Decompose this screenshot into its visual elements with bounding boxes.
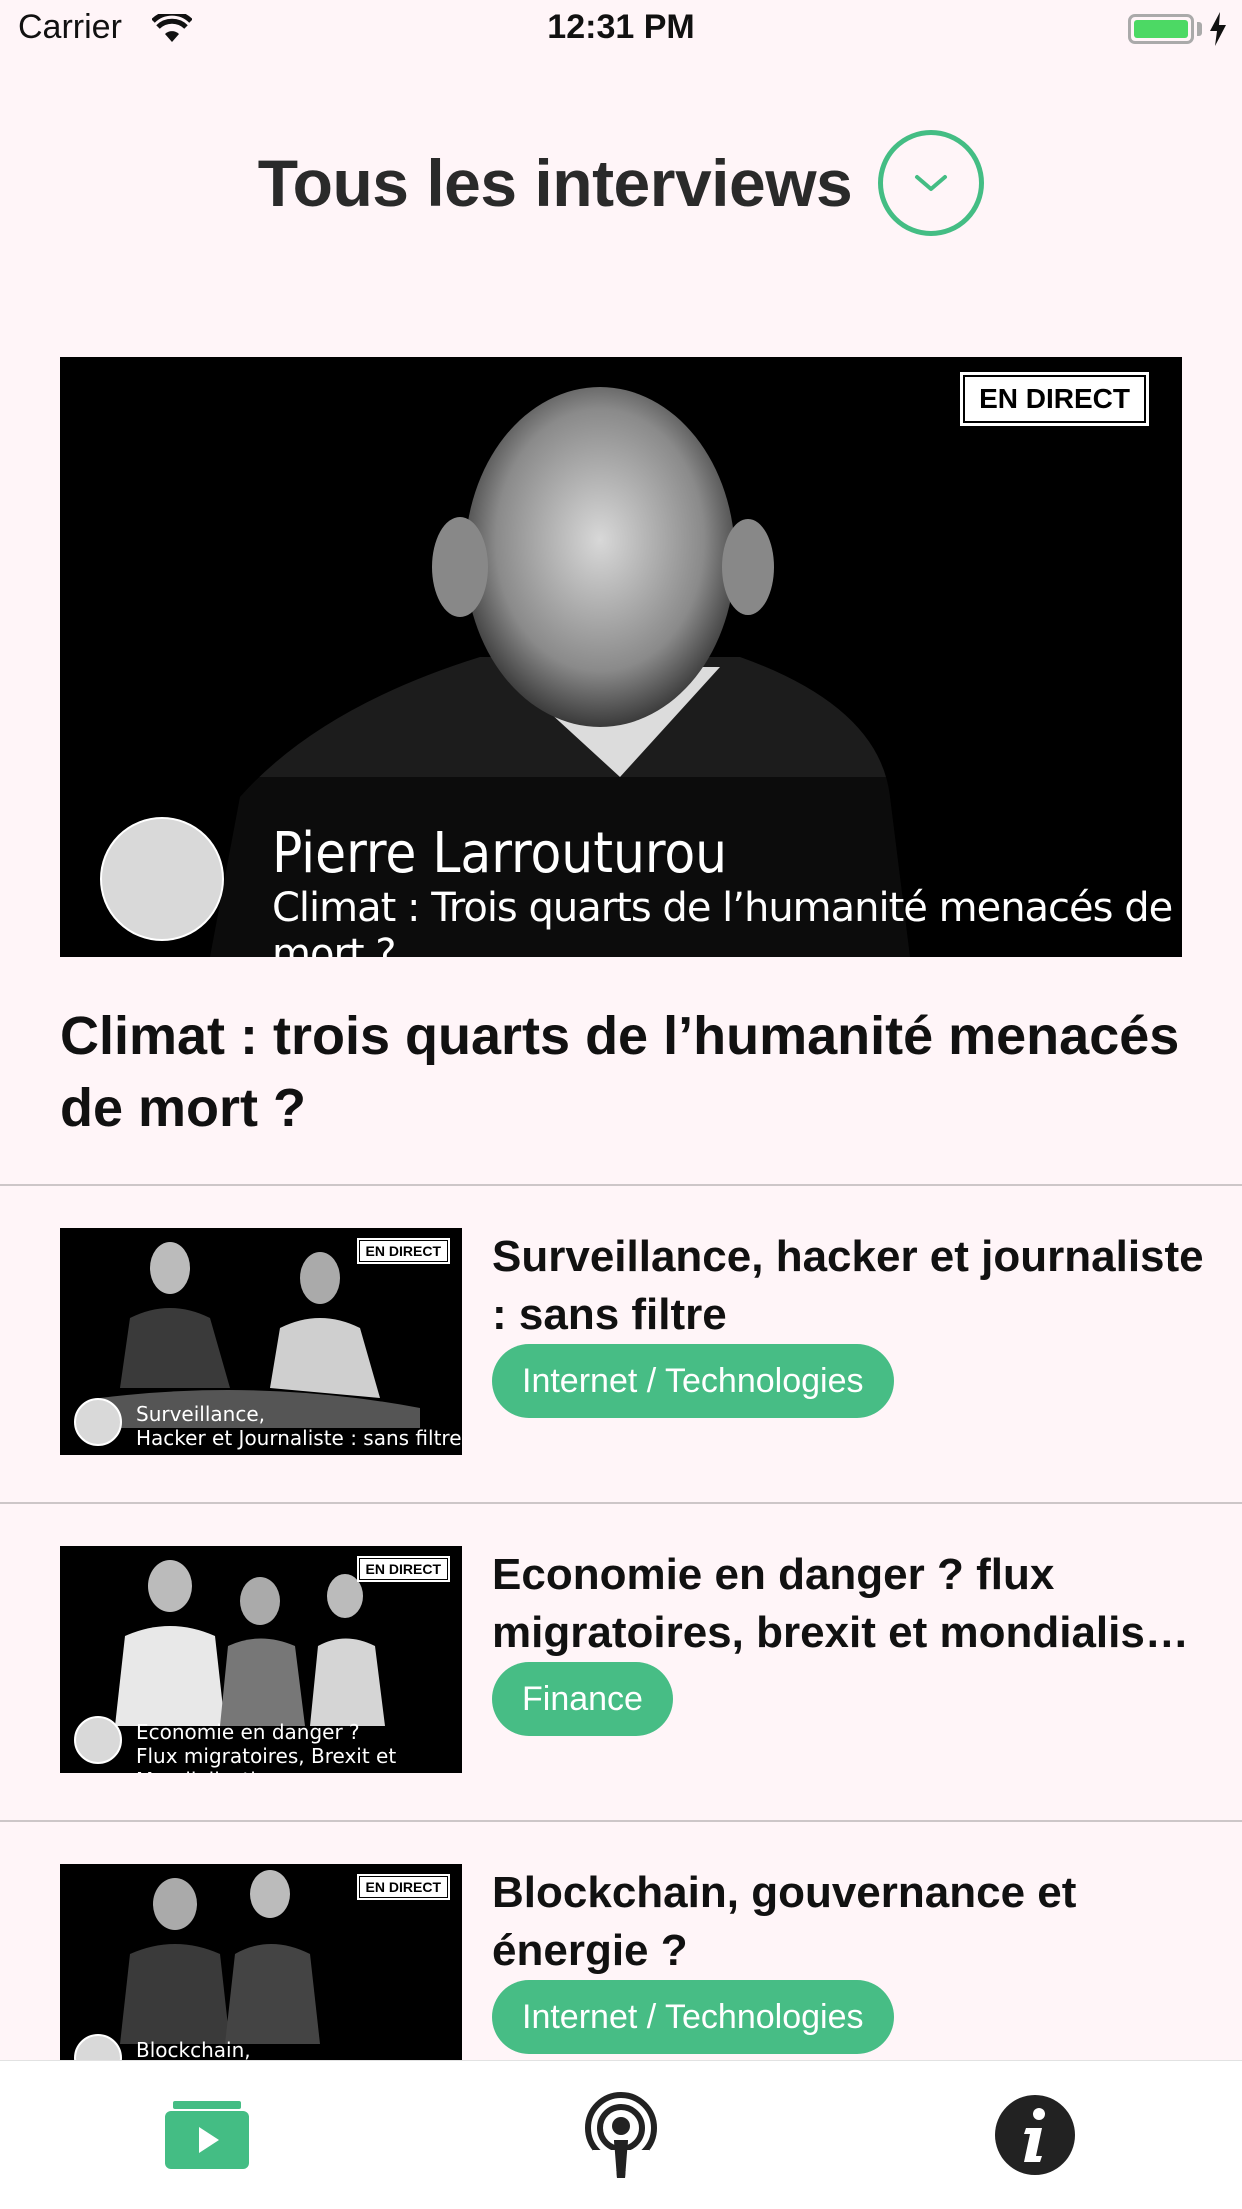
chevron-down-icon: [915, 175, 948, 191]
page-title: Tous les interviews: [257, 146, 853, 220]
charging-bolt-icon: [1208, 12, 1228, 51]
thumbnail-guest-name: Pierre Larrouturou: [272, 821, 728, 886]
tab-bar: [0, 2060, 1242, 2209]
thumbnail-caption: Surveillance, Hacker et Journaliste : sa…: [136, 1402, 462, 1450]
list-item[interactable]: EN DIRECT Surveillance, Hacker et Journa…: [0, 1186, 1242, 1502]
featured-title[interactable]: Climat : trois quarts de l’humanité mena…: [60, 1000, 1182, 1144]
battery-cap: [1197, 22, 1202, 36]
info-icon: [995, 2095, 1075, 2175]
live-badge: EN DIRECT: [358, 1876, 448, 1898]
category-dropdown-button[interactable]: [878, 130, 985, 236]
tab-info[interactable]: [828, 2061, 1242, 2209]
interview-thumbnail[interactable]: EN DIRECT Surveillance, Hacker et Journa…: [60, 1228, 462, 1455]
thumbnail-subtitle: Climat : Trois quarts de l’humanité mena…: [272, 885, 1173, 957]
video-folder-icon: [165, 2101, 249, 2169]
category-tag[interactable]: Finance: [492, 1662, 673, 1736]
interview-title[interactable]: Surveillance, hacker et journaliste : sa…: [492, 1228, 1212, 1344]
tab-videos[interactable]: [0, 2061, 414, 2209]
battery-icon: [1128, 14, 1194, 44]
interview-thumbnail[interactable]: EN DIRECT Economie en danger ? Flux migr…: [60, 1546, 462, 1773]
swan-logo-icon: [74, 1716, 122, 1764]
thumbnail-caption: Blockchain,: [136, 2038, 251, 2062]
live-badge: EN DIRECT: [358, 1558, 448, 1580]
status-time: 12:31 PM: [547, 8, 695, 46]
podcast-icon: [585, 2092, 657, 2178]
swan-logo-icon: [100, 817, 224, 941]
featured-thumbnail[interactable]: EN DIRECT Pierre Larrouturou Climat : Tr…: [60, 357, 1182, 957]
tab-podcasts[interactable]: [414, 2061, 828, 2209]
thumbnail-caption: Economie en danger ? Flux migratoires, B…: [136, 1720, 397, 1773]
page-header: Tous les interviews: [0, 118, 1242, 248]
interview-title[interactable]: Blockchain, gouvernance et énergie ?: [492, 1864, 1212, 1980]
swan-logo-icon: [74, 1398, 122, 1446]
category-tag[interactable]: Internet / Technologies: [492, 1344, 894, 1418]
live-badge: EN DIRECT: [358, 1240, 448, 1262]
category-tag[interactable]: Internet / Technologies: [492, 1980, 894, 2054]
interview-thumbnail[interactable]: EN DIRECT Blockchain,: [60, 1864, 462, 2091]
live-badge: EN DIRECT: [963, 375, 1146, 423]
status-bar: Carrier 12:31 PM: [0, 0, 1242, 62]
list-item[interactable]: EN DIRECT Economie en danger ? Flux migr…: [0, 1504, 1242, 1820]
interview-title[interactable]: Economie en danger ? flux migratoires, b…: [492, 1546, 1212, 1662]
